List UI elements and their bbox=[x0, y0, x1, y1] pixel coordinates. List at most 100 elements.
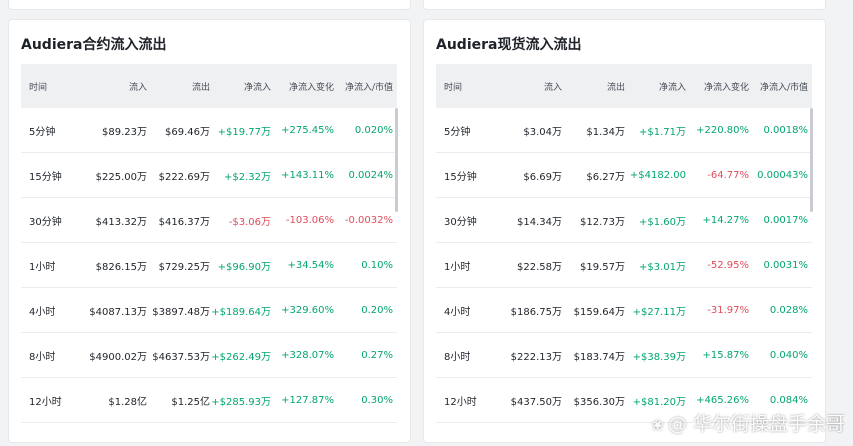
inflow-cell: $225.00万 bbox=[95, 171, 147, 183]
outflow-cell: $183.74万 bbox=[573, 351, 625, 363]
inflow-cell: $14.34万 bbox=[517, 216, 562, 228]
outflow-cell: $69.46万 bbox=[165, 126, 210, 138]
table-row: 1小时 $22.58万 $19.57万 +$3.01万 -52.95% 0.0031% bbox=[436, 243, 812, 288]
inflow-cell: $413.32万 bbox=[95, 216, 147, 228]
table-row: 1小时 $826.15万 $729.25万 +$96.90万 +34.54% 0.10% bbox=[21, 243, 397, 288]
outflow-cell: $729.25万 bbox=[158, 261, 210, 273]
time-cell: 30分钟 bbox=[444, 216, 477, 228]
table-row: 30分钟 $14.34万 $12.73万 +$1.60万 +14.27% 0.0017% bbox=[436, 198, 812, 243]
net-inflow-cell: +$81.20万 bbox=[632, 396, 686, 408]
inflow-cell: $437.50万 bbox=[510, 396, 562, 408]
net-to-mcap-cell: 0.30% bbox=[361, 394, 393, 406]
outflow-cell: $6.27万 bbox=[586, 171, 625, 183]
net-to-mcap-cell: -0.0032% bbox=[344, 214, 393, 226]
column-header[interactable]: 流入 bbox=[492, 80, 562, 93]
column-header[interactable]: 净流入 bbox=[625, 80, 686, 93]
paw-icon: ❀ bbox=[651, 416, 664, 434]
outflow-cell: $1.25亿 bbox=[171, 396, 210, 408]
outflow-cell: $12.73万 bbox=[580, 216, 625, 228]
previous-card-left bbox=[8, 0, 411, 10]
net-to-mcap-cell: 0.0017% bbox=[763, 214, 809, 226]
outflow-cell: $4637.53万 bbox=[152, 351, 210, 363]
table-header-row: 时间 流入 流出 净流入 净流入变化 净流入/市值 bbox=[21, 64, 397, 108]
column-header[interactable]: 净流入 bbox=[210, 80, 271, 93]
time-cell: 1小时 bbox=[444, 261, 471, 273]
time-cell: 15分钟 bbox=[444, 171, 477, 183]
time-cell: 1小时 bbox=[29, 261, 56, 273]
net-inflow-cell: +$262.49万 bbox=[211, 351, 271, 363]
watermark: ❀ @ 华尔街操盘手余哥 bbox=[651, 409, 845, 436]
net-inflow-cell: +$96.90万 bbox=[217, 261, 271, 273]
page: Audiera合约流入流出 时间 流入 流出 净流入 净流入变化 净流入/市值 5分钟 $89… bbox=[0, 0, 853, 446]
net-to-mcap-cell: 0.10% bbox=[361, 259, 393, 271]
outflow-cell: $222.69万 bbox=[158, 171, 210, 183]
spot-table-scrollbar[interactable] bbox=[810, 108, 813, 212]
time-cell: 4小时 bbox=[444, 306, 471, 318]
net-to-mcap-cell: 0.0031% bbox=[763, 259, 809, 271]
time-cell: 8小时 bbox=[444, 351, 471, 363]
net-change-cell: +329.60% bbox=[281, 304, 334, 316]
time-cell: 5分钟 bbox=[29, 126, 56, 138]
net-change-cell: -64.77% bbox=[707, 169, 749, 181]
net-change-cell: +143.11% bbox=[281, 169, 334, 181]
table-row: 8小时 $222.13万 $183.74万 +$38.39万 +15.87% 0.040% bbox=[436, 333, 812, 378]
net-change-cell: +14.27% bbox=[702, 214, 749, 226]
column-header[interactable]: 净流入/市值 bbox=[749, 80, 812, 93]
net-to-mcap-cell: 0.020% bbox=[354, 124, 393, 136]
net-inflow-cell: +$19.77万 bbox=[217, 126, 271, 138]
net-inflow-cell: +$1.71万 bbox=[638, 126, 686, 138]
column-header[interactable]: 净流入变化 bbox=[686, 80, 749, 93]
inflow-cell: $3.04万 bbox=[523, 126, 562, 138]
column-header[interactable]: 流出 bbox=[147, 80, 210, 93]
inflow-cell: $6.69万 bbox=[523, 171, 562, 183]
table-row: 5分钟 $89.23万 $69.46万 +$19.77万 +275.45% 0.020% bbox=[21, 108, 397, 153]
inflow-cell: $826.15万 bbox=[95, 261, 147, 273]
table-row: 8小时 $4900.02万 $4637.53万 +$262.49万 +328.07% 0.… bbox=[21, 333, 397, 378]
inflow-cell: $4900.02万 bbox=[89, 351, 147, 363]
table-header-row: 时间 流入 流出 净流入 净流入变化 净流入/市值 bbox=[436, 64, 812, 108]
inflow-cell: $222.13万 bbox=[510, 351, 562, 363]
spot-flow-title: Audiera现货流入流出 bbox=[436, 37, 582, 53]
table-row: 12小时 $1.28亿 $1.25亿 +$285.93万 +127.87% 0.30% bbox=[21, 378, 397, 423]
time-cell: 4小时 bbox=[29, 306, 56, 318]
inflow-cell: $186.75万 bbox=[510, 306, 562, 318]
inflow-cell: $4087.13万 bbox=[89, 306, 147, 318]
table-row: 4小时 $4087.13万 $3897.48万 +$189.64万 +329.60% 0.… bbox=[21, 288, 397, 333]
contract-flow-table: 时间 流入 流出 净流入 净流入变化 净流入/市值 5分钟 $89.23万 $69.46万 +$1… bbox=[21, 64, 397, 423]
column-header[interactable]: 时间 bbox=[21, 80, 77, 93]
column-header[interactable]: 净流入变化 bbox=[271, 80, 334, 93]
time-cell: 12小时 bbox=[29, 396, 62, 408]
time-cell: 15分钟 bbox=[29, 171, 62, 183]
net-change-cell: -31.97% bbox=[707, 304, 749, 316]
net-inflow-cell: +$38.39万 bbox=[632, 351, 686, 363]
time-cell: 8小时 bbox=[29, 351, 56, 363]
time-cell: 12小时 bbox=[444, 396, 477, 408]
net-to-mcap-cell: 0.20% bbox=[361, 304, 393, 316]
column-header[interactable]: 流入 bbox=[77, 80, 147, 93]
watermark-text: @ 华尔街操盘手余哥 bbox=[667, 413, 845, 435]
inflow-cell: $89.23万 bbox=[102, 126, 147, 138]
net-change-cell: +127.87% bbox=[281, 394, 334, 406]
previous-card-right bbox=[423, 0, 826, 10]
net-change-cell: +275.45% bbox=[281, 124, 334, 136]
net-change-cell: +220.80% bbox=[696, 124, 749, 136]
net-inflow-cell: +$4182.00 bbox=[629, 169, 686, 181]
inflow-cell: $22.58万 bbox=[517, 261, 562, 273]
outflow-cell: $19.57万 bbox=[580, 261, 625, 273]
net-inflow-cell: +$285.93万 bbox=[211, 396, 271, 408]
net-to-mcap-cell: 0.27% bbox=[361, 349, 393, 361]
net-to-mcap-cell: 0.028% bbox=[769, 304, 808, 316]
outflow-cell: $159.64万 bbox=[573, 306, 625, 318]
table-row: 4小时 $186.75万 $159.64万 +$27.11万 -31.97% 0.028% bbox=[436, 288, 812, 333]
column-header[interactable]: 时间 bbox=[436, 80, 492, 93]
column-header[interactable]: 净流入/市值 bbox=[334, 80, 397, 93]
net-to-mcap-cell: 0.040% bbox=[769, 349, 808, 361]
net-inflow-cell: +$1.60万 bbox=[638, 216, 686, 228]
table-row: 5分钟 $3.04万 $1.34万 +$1.71万 +220.80% 0.0018% bbox=[436, 108, 812, 153]
column-header[interactable]: 流出 bbox=[562, 80, 625, 93]
time-cell: 5分钟 bbox=[444, 126, 471, 138]
contract-table-scrollbar[interactable] bbox=[395, 108, 398, 212]
net-inflow-cell: +$3.01万 bbox=[638, 261, 686, 273]
net-to-mcap-cell: 0.0024% bbox=[348, 169, 394, 181]
outflow-cell: $416.37万 bbox=[158, 216, 210, 228]
